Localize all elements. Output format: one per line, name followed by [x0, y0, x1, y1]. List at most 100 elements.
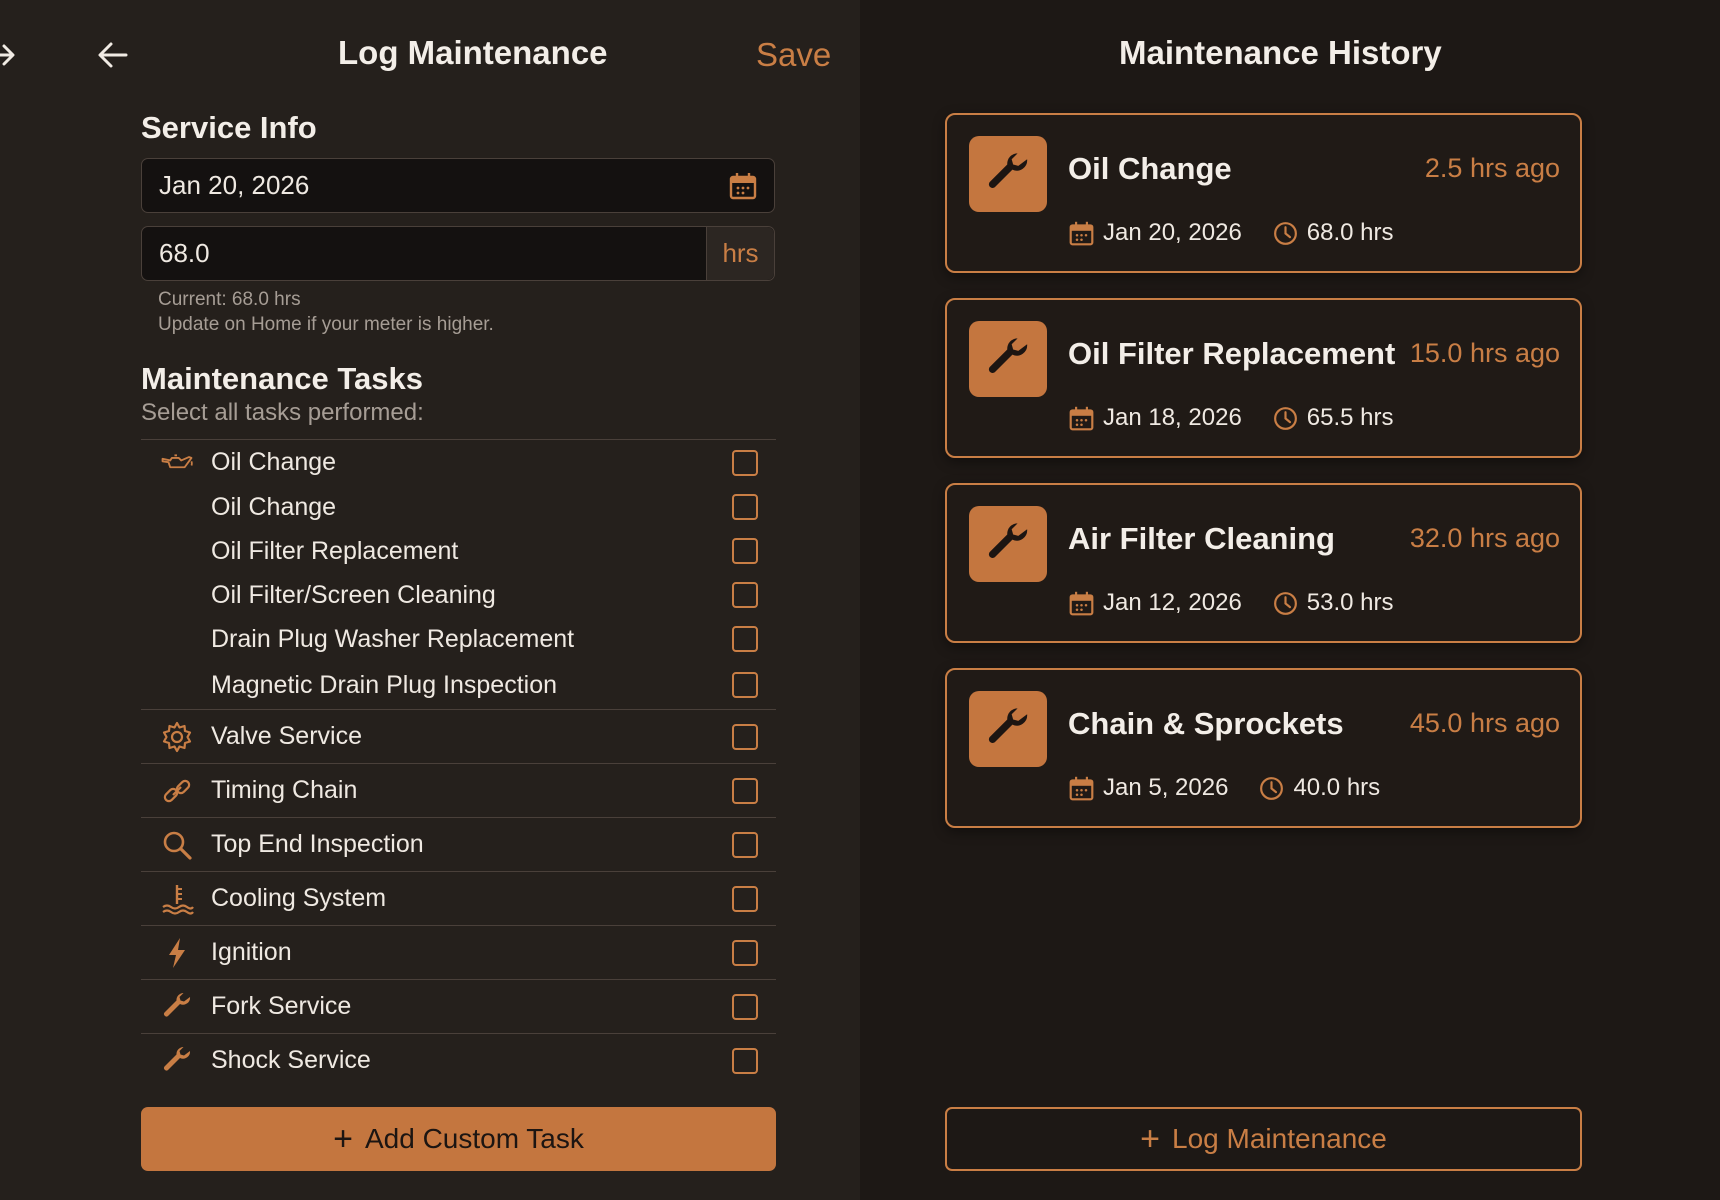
task-row-drain-plug-washer[interactable]: Drain Plug Washer Replacement — [141, 617, 776, 661]
task-checkbox[interactable] — [732, 672, 758, 698]
maintenance-history-panel: Maintenance History Oil Change 2.5 hrs a… — [860, 0, 1720, 1200]
plus-icon: + — [1140, 1120, 1161, 1158]
task-label: Shock Service — [211, 1046, 371, 1074]
history-card-hours: 53.0 hrs — [1306, 589, 1394, 616]
task-row-magnetic-drain-plug[interactable]: Magnetic Drain Plug Inspection — [141, 661, 776, 709]
log-maintenance-panel: Log Maintenance Save Service Info Jan 20… — [0, 0, 860, 1200]
history-card-ago: 32.0 hrs ago — [1409, 523, 1560, 553]
task-label: Oil Change — [211, 448, 337, 476]
wrench-icon — [157, 989, 197, 1025]
wrench-icon — [969, 691, 1047, 767]
clock-icon — [1260, 776, 1284, 800]
calendar-icon — [1069, 591, 1094, 615]
task-checkbox[interactable] — [732, 939, 758, 966]
current-hours-hint: Current: 68.0 hrs — [158, 289, 301, 310]
clock-icon — [1273, 221, 1297, 245]
task-label: Drain Plug Washer Replacement — [211, 624, 575, 653]
task-row-timing-chain[interactable]: Timing Chain — [141, 764, 776, 817]
task-row-valve-service[interactable]: Valve Service — [141, 710, 776, 763]
task-row-fork-service[interactable]: Fork Service — [141, 980, 776, 1033]
history-card-ago: 15.0 hrs ago — [1409, 338, 1560, 368]
magnifier-icon — [157, 827, 197, 863]
back-arrow-icon[interactable] — [96, 38, 130, 72]
task-list: Oil Change Oil Change Oil Filter Replace… — [141, 439, 776, 1087]
task-checkbox[interactable] — [732, 494, 758, 520]
task-checkbox[interactable] — [732, 993, 758, 1020]
task-row-oil-change[interactable]: Oil Change — [141, 440, 776, 485]
history-card[interactable]: Oil Filter Replacement 15.0 hrs ago Jan … — [945, 298, 1582, 458]
history-card-meta: Jan 12, 2026 53.0 hrs — [1068, 589, 1394, 617]
task-label: Fork Service — [211, 992, 352, 1020]
wrench-icon — [969, 136, 1047, 212]
task-row-oil-filter-replacement[interactable]: Oil Filter Replacement — [141, 529, 776, 573]
history-card[interactable]: Chain & Sprockets 45.0 hrs ago Jan 5, 20… — [945, 668, 1582, 828]
log-maintenance-button[interactable]: + Log Maintenance — [945, 1107, 1582, 1171]
hours-unit-label: hrs — [706, 227, 774, 280]
task-checkbox[interactable] — [732, 626, 758, 652]
history-card-date: Jan 20, 2026 — [1103, 219, 1242, 246]
task-label: Oil Filter Replacement — [211, 536, 459, 565]
hours-field[interactable]: 68.0 hrs — [141, 226, 775, 281]
history-card-ago: 45.0 hrs ago — [1409, 708, 1560, 738]
add-custom-task-button[interactable]: + Add Custom Task — [141, 1107, 776, 1171]
task-label: Timing Chain — [211, 776, 358, 804]
history-card[interactable]: Air Filter Cleaning 32.0 hrs ago Jan 12,… — [945, 483, 1582, 643]
history-card-title: Chain & Sprockets — [1068, 706, 1344, 741]
task-row-oil-change-sub[interactable]: Oil Change — [141, 485, 776, 529]
task-checkbox[interactable] — [732, 723, 758, 750]
task-checkbox[interactable] — [732, 885, 758, 912]
clock-icon — [1273, 591, 1297, 615]
add-custom-task-label: Add Custom Task — [364, 1123, 584, 1154]
wrench-icon — [969, 506, 1047, 582]
calendar-icon — [1069, 406, 1094, 430]
task-row-cooling-system[interactable]: Cooling System — [141, 872, 776, 925]
task-label: Top End Inspection — [211, 830, 424, 858]
task-checkbox[interactable] — [732, 831, 758, 858]
task-row-shock-service[interactable]: Shock Service — [141, 1034, 776, 1087]
task-label: Valve Service — [211, 722, 362, 750]
task-row-top-end-inspection[interactable]: Top End Inspection — [141, 818, 776, 871]
calendar-icon — [1069, 776, 1094, 800]
task-label: Oil Change — [211, 492, 337, 521]
task-checkbox[interactable] — [732, 538, 758, 564]
save-button[interactable]: Save — [756, 36, 831, 74]
history-card-meta: Jan 18, 2026 65.5 hrs — [1068, 404, 1394, 432]
wrench-icon — [157, 1043, 197, 1079]
tasks-subheading: Select all tasks performed: — [141, 399, 424, 426]
task-checkbox[interactable] — [732, 449, 758, 476]
calendar-icon[interactable] — [728, 171, 758, 201]
task-checkbox[interactable] — [732, 1047, 758, 1074]
wrench-icon — [969, 321, 1047, 397]
history-card-date: Jan 5, 2026 — [1103, 774, 1229, 801]
task-label: Cooling System — [211, 884, 387, 912]
lightning-icon — [157, 935, 197, 971]
history-card-date: Jan 18, 2026 — [1103, 404, 1242, 431]
clock-icon — [1273, 406, 1297, 430]
date-field[interactable]: Jan 20, 2026 — [141, 158, 775, 213]
task-label: Magnetic Drain Plug Inspection — [211, 670, 558, 699]
date-field-value: Jan 20, 2026 — [159, 170, 310, 200]
hours-field-value: 68.0 — [159, 238, 210, 268]
history-card-title: Oil Change — [1068, 151, 1232, 186]
history-card[interactable]: Oil Change 2.5 hrs ago Jan 20, 2026 68.0… — [945, 113, 1582, 273]
history-card-ago: 2.5 hrs ago — [1424, 153, 1560, 183]
tasks-heading: Maintenance Tasks — [141, 361, 423, 396]
coolant-icon — [157, 881, 197, 917]
task-label: Oil Filter/Screen Cleaning — [211, 580, 496, 609]
task-label: Ignition — [211, 938, 292, 966]
history-card-meta: Jan 5, 2026 40.0 hrs — [1068, 774, 1380, 802]
task-checkbox[interactable] — [732, 582, 758, 608]
task-row-oil-filter-screen[interactable]: Oil Filter/Screen Cleaning — [141, 573, 776, 617]
task-checkbox[interactable] — [732, 777, 758, 804]
task-row-ignition[interactable]: Ignition — [141, 926, 776, 979]
history-title: Maintenance History — [1119, 34, 1442, 71]
gear-icon — [157, 719, 197, 755]
calendar-icon — [1069, 221, 1094, 245]
page-title: Log Maintenance — [338, 34, 608, 71]
arrow-right-icon[interactable] — [0, 38, 18, 72]
history-card-meta: Jan 20, 2026 68.0 hrs — [1068, 219, 1394, 247]
history-card-hours: 65.5 hrs — [1306, 404, 1394, 431]
plus-icon: + — [333, 1120, 353, 1158]
update-hint: Update on Home if your meter is higher. — [158, 314, 494, 335]
log-maintenance-label: Log Maintenance — [1172, 1123, 1387, 1154]
